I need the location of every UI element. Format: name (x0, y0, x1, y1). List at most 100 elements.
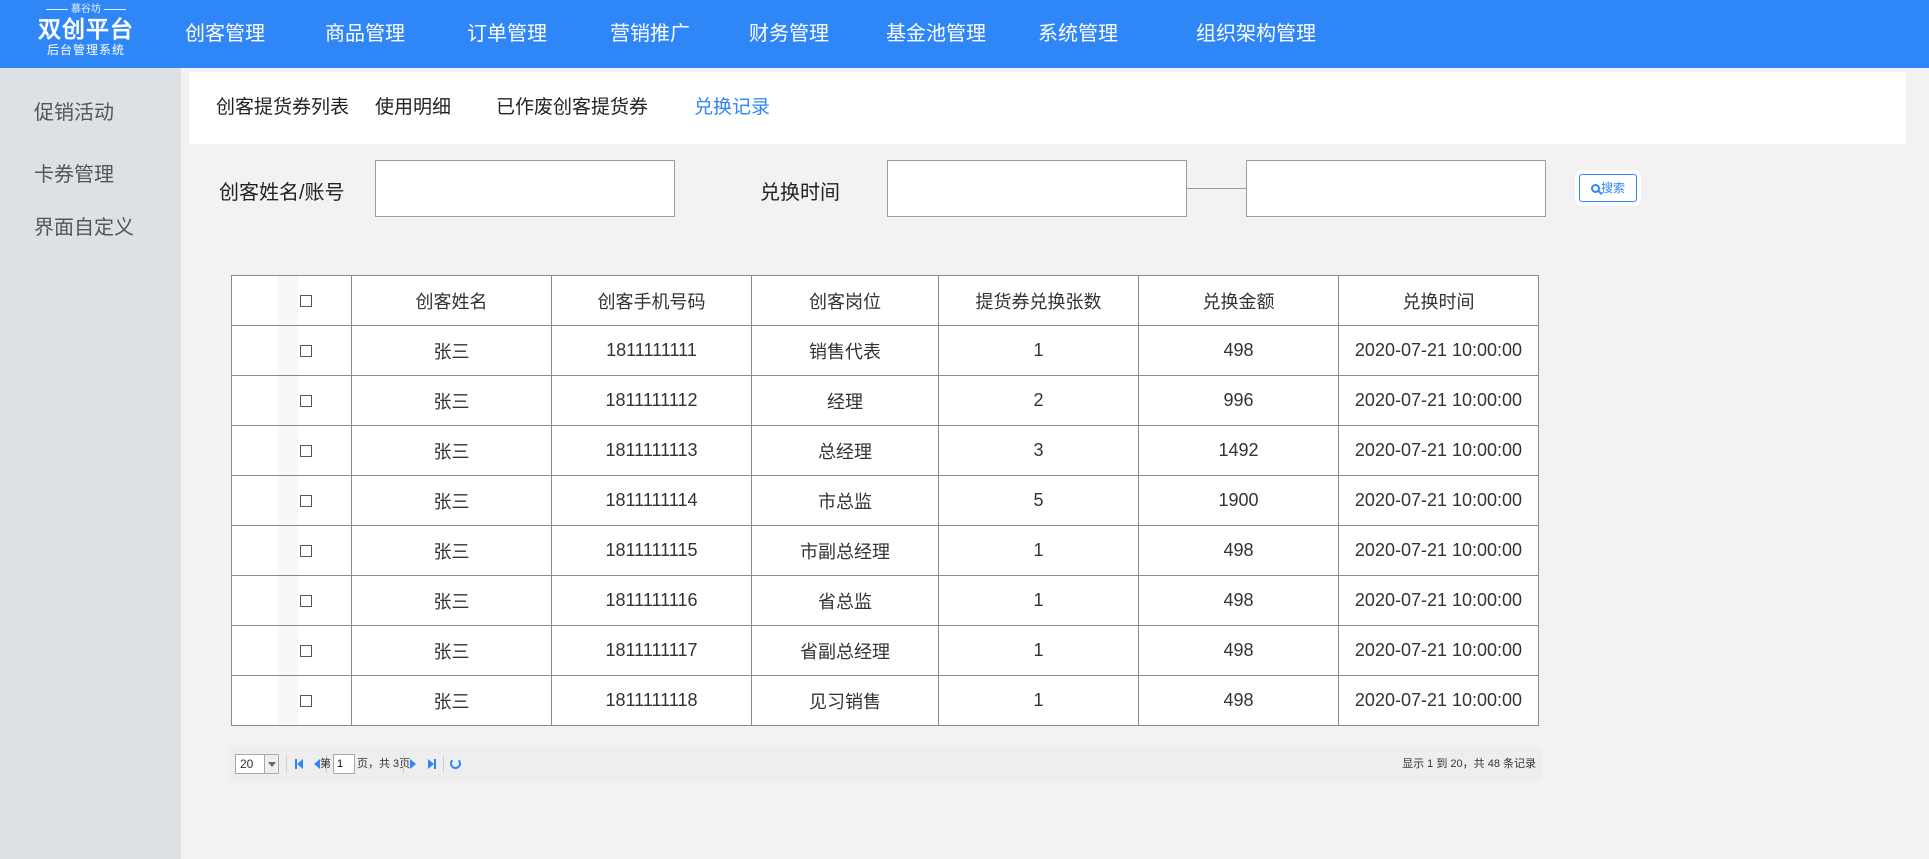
cell-position: 省总监 (751, 575, 939, 626)
cell-voucher-count: 1 (938, 525, 1139, 576)
column-header-amount[interactable]: 兑换金额 (1138, 275, 1339, 326)
table-row[interactable]: 张三 1811111118 见习销售 1 498 2020-07-21 10:00:00 (231, 675, 1539, 726)
cell-voucher-count: 5 (938, 475, 1139, 526)
cell-voucher-count: 1 (938, 575, 1139, 626)
refresh-button[interactable] (450, 758, 462, 770)
row-checkbox[interactable] (299, 695, 312, 708)
cell-exchange-time: 2020-07-21 10:00:00 (1338, 525, 1539, 576)
cell-phone: 1811111116 (551, 575, 752, 626)
exchange-time-label: 兑换时间 (760, 182, 840, 204)
cell-voucher-count: 1 (938, 675, 1139, 726)
table-row[interactable]: 张三 1811111116 省总监 1 498 2020-07-21 10:00:00 (231, 575, 1539, 626)
cell-exchange-time: 2020-07-21 10:00:00 (1338, 425, 1539, 476)
nav-goods-management[interactable]: 商品管理 (325, 0, 405, 68)
cell-name: 张三 (351, 625, 552, 676)
name-filter-label: 创客姓名/账号 (219, 182, 345, 204)
row-checkbox[interactable] (299, 545, 312, 558)
search-icon (1590, 184, 1600, 193)
logo-tagline: 慕谷坊 (30, 4, 142, 16)
table-row[interactable]: 张三 1811111112 经理 2 996 2020-07-21 10:00:00 (231, 375, 1539, 426)
tab-bar: 创客提货券列表 使用明细 已作废创客提货券 兑换记录 (189, 72, 1906, 144)
cell-exchange-time: 2020-07-21 10:00:00 (1338, 375, 1539, 426)
cell-name: 张三 (351, 525, 552, 576)
cell-exchange-time: 2020-07-21 10:00:00 (1338, 325, 1539, 376)
cell-amount: 498 (1138, 325, 1339, 376)
table-row[interactable]: 张三 1811111115 市副总经理 1 498 2020-07-21 10:00:00 (231, 525, 1539, 576)
next-page-button[interactable] (410, 758, 422, 770)
exchange-time-end-input[interactable] (1246, 160, 1546, 217)
row-select-cell (231, 675, 352, 726)
row-checkbox[interactable] (299, 395, 312, 408)
cell-position: 省副总经理 (751, 625, 939, 676)
column-header-name[interactable]: 创客姓名 (351, 275, 552, 326)
cell-exchange-time: 2020-07-21 10:00:00 (1338, 625, 1539, 676)
table-row[interactable]: 张三 1811111111 销售代表 1 498 2020-07-21 10:00:00 (231, 325, 1539, 376)
table-row[interactable]: 张三 1811111117 省副总经理 1 498 2020-07-21 10:00:00 (231, 625, 1539, 676)
select-all-checkbox[interactable] (299, 295, 312, 308)
nav-finance[interactable]: 财务管理 (749, 0, 829, 68)
column-header-position[interactable]: 创客岗位 (751, 275, 939, 326)
page-size-select[interactable]: 20 (235, 754, 279, 774)
name-search-input[interactable] (375, 160, 675, 217)
sidebar-item-promotions[interactable]: 促销活动 (34, 96, 114, 125)
table-row[interactable]: 张三 1811111114 市总监 5 1900 2020-07-21 10:00:00 (231, 475, 1539, 526)
column-header-voucher-count[interactable]: 提货券兑换张数 (938, 275, 1139, 326)
cell-phone: 1811111112 (551, 375, 752, 426)
sidebar-item-coupons[interactable]: 卡券管理 (34, 158, 114, 187)
row-select-cell (231, 575, 352, 626)
exchange-time-start-input[interactable] (887, 160, 1187, 217)
tab-exchange-records[interactable]: 兑换记录 (694, 72, 770, 144)
nav-marketing[interactable]: 营销推广 (610, 0, 690, 68)
row-select-cell (231, 325, 352, 376)
refresh-icon (450, 758, 461, 769)
logo[interactable]: 慕谷坊 双创平台 后台管理系统 (30, 4, 142, 64)
next-page-icon (410, 759, 416, 769)
last-page-button[interactable] (428, 758, 440, 770)
nav-order-management[interactable]: 订单管理 (467, 0, 547, 68)
nav-organization[interactable]: 组织架构管理 (1196, 0, 1316, 68)
nav-system[interactable]: 系统管理 (1038, 0, 1118, 68)
tab-voided-vouchers[interactable]: 已作废创客提货券 (496, 72, 648, 144)
row-select-cell (231, 425, 352, 476)
exchange-records-table: 创客姓名 创客手机号码 创客岗位 提货券兑换张数 兑换金额 兑换时间 张三 181… (231, 275, 1539, 726)
cell-amount: 498 (1138, 675, 1339, 726)
row-checkbox[interactable] (299, 445, 312, 458)
column-header-phone[interactable]: 创客手机号码 (551, 275, 752, 326)
logo-subtitle: 后台管理系统 (46, 43, 125, 57)
cell-voucher-count: 1 (938, 625, 1139, 676)
sidebar-item-ui-customize[interactable]: 界面自定义 (34, 211, 134, 240)
cell-amount: 996 (1138, 375, 1339, 426)
cell-phone: 1811111111 (551, 325, 752, 376)
cell-position: 见习销售 (751, 675, 939, 726)
cell-position: 市副总经理 (751, 525, 939, 576)
column-header-exchange-time[interactable]: 兑换时间 (1338, 275, 1539, 326)
tab-usage-details[interactable]: 使用明细 (375, 72, 451, 144)
top-navbar: 慕谷坊 双创平台 后台管理系统 创客管理 商品管理 订单管理 营销推广 财务管理… (0, 0, 1929, 68)
page-prefix-label: 第 (320, 758, 331, 770)
cell-exchange-time: 2020-07-21 10:00:00 (1338, 475, 1539, 526)
date-range-separator (1187, 188, 1246, 189)
main-content: 创客提货券列表 使用明细 已作废创客提货券 兑换记录 创客姓名/账号 兑换时间 … (181, 68, 1929, 859)
row-checkbox[interactable] (299, 645, 312, 658)
cell-phone: 1811111113 (551, 425, 752, 476)
chevron-down-icon (264, 755, 278, 773)
cell-voucher-count: 3 (938, 425, 1139, 476)
cell-position: 总经理 (751, 425, 939, 476)
row-checkbox[interactable] (299, 595, 312, 608)
row-checkbox[interactable] (299, 495, 312, 508)
cell-phone: 1811111118 (551, 675, 752, 726)
tab-voucher-list[interactable]: 创客提货券列表 (216, 72, 349, 144)
row-select-cell (231, 475, 352, 526)
nav-fund-pool[interactable]: 基金池管理 (886, 0, 986, 68)
cell-exchange-time: 2020-07-21 10:00:00 (1338, 575, 1539, 626)
sidebar: 促销活动 卡券管理 界面自定义 (0, 68, 181, 859)
cell-phone: 1811111114 (551, 475, 752, 526)
first-page-button[interactable] (295, 758, 307, 770)
cell-phone: 1811111115 (551, 525, 752, 576)
page-number-input[interactable] (333, 754, 355, 774)
row-checkbox[interactable] (299, 345, 312, 358)
search-button[interactable]: 搜索 (1579, 174, 1637, 202)
nav-maker-management[interactable]: 创客管理 (185, 0, 265, 68)
cell-amount: 1900 (1138, 475, 1339, 526)
table-row[interactable]: 张三 1811111113 总经理 3 1492 2020-07-21 10:00:00 (231, 425, 1539, 476)
